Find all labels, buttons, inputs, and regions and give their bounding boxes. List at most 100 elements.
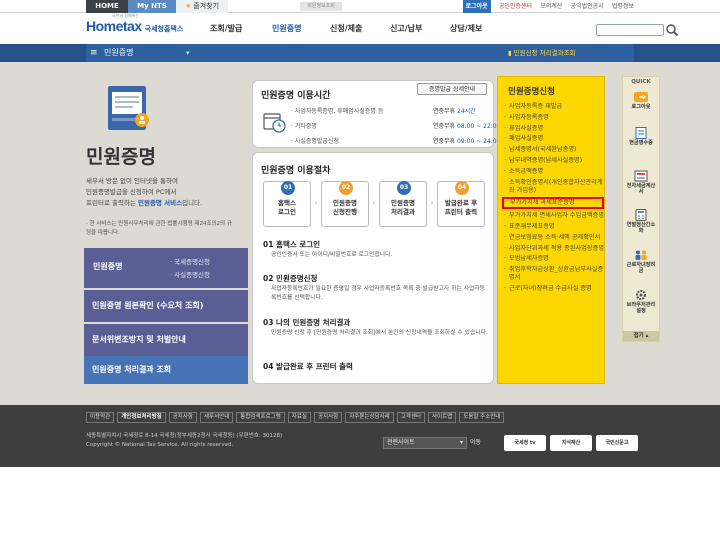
related-sites-select[interactable]: 관련사이트 ▾ (383, 437, 467, 449)
step-line-2: 로그인 (278, 208, 296, 216)
footer-link[interactable]: 세무서안내 (199, 412, 234, 423)
menu-forgery-guide[interactable]: 문서위변조방지 및 처벌안내 (84, 324, 248, 356)
user-info-link[interactable]: 회원정보조회 (300, 2, 342, 11)
result-lookup-link[interactable]: ▮ 민원신청 처리결과조회 (508, 44, 576, 62)
legal-note: · 현 서비스는 민원사무처리에 관한 법률시행령 제24조의2의 규정을 따릅… (86, 221, 232, 236)
tab-home[interactable]: HOME (86, 0, 128, 13)
cert-item[interactable]: 표준재무제표증명 (504, 223, 604, 231)
quick-browser-settings[interactable]: 브라우저관리설정 (625, 289, 657, 314)
step-line-1: 민원증명 (333, 199, 357, 207)
desc-line-3: 프린터로 출력하는 민원증명 서비스입니다. (86, 198, 236, 209)
footer-link[interactable]: 자료실 (287, 412, 311, 423)
logout-button[interactable]: 로그아웃 (462, 0, 491, 13)
cert-item[interactable]: 연금보험료등 소득·세액 공제확인서 (504, 234, 604, 242)
procedure-item-desc: 공인인증서 또는 아이디/비밀번호로 로그인합니다. (271, 252, 393, 258)
nav-counsel[interactable]: 상담/제보 (450, 14, 482, 44)
cert-item[interactable]: 사업자등록증 재발급 (504, 103, 604, 111)
chevron-down-icon[interactable]: ▾ (186, 44, 190, 62)
sub-nav-title[interactable]: 민원증명 (104, 44, 133, 62)
menu-certificate[interactable]: 민원증명 · 국세증명신청 · 사실증명신청 (84, 248, 248, 288)
procedure-item-desc: 사업자등록번호가 필요한 증명일 경우 사업자등록번호 목록 중 발급받고자 하… (271, 286, 485, 301)
copyright: Copyright © National Tax Service. All ri… (86, 442, 234, 448)
nav-lookup[interactable]: 조회/발급 (210, 14, 242, 44)
menu-original-check[interactable]: 민원증명 원본확인 (수요처 조회) (84, 290, 248, 322)
cert-item[interactable]: 납부내역증명(납세사실증명) (504, 157, 604, 165)
quick-earned-income[interactable]: 근로자녀장려금 (625, 249, 657, 274)
cert-item[interactable]: 폐업사실증명 (504, 135, 604, 143)
result-lookup-label: 민원신청 처리결과조회 (513, 49, 576, 57)
menu-icon[interactable]: ≡ (90, 48, 98, 58)
arrow-right-icon: › (314, 199, 318, 207)
nav-report[interactable]: 신고/납부 (390, 14, 422, 44)
usage-value-hl: 09:00 ~ 24:00 (457, 138, 501, 145)
usage-value-hl: 24시간 (457, 108, 476, 115)
step-number: 02 (339, 181, 353, 195)
arrow-right-icon: › (430, 199, 434, 207)
menu-national-tax-cert[interactable]: · 국세증명신청 (170, 256, 210, 266)
footer-link[interactable]: 공지사항 (168, 412, 197, 423)
usage-label: · 사실증명발급신청 (291, 138, 339, 145)
cert-item[interactable]: 납세증명서(국세완납증명) (504, 146, 604, 154)
usage-value-pre: 연중무휴 (433, 108, 457, 115)
step-card: 03 민원증명 처리결과 (379, 181, 427, 227)
step-line-2: 프린터 출력 (444, 208, 478, 216)
law-info-link[interactable]: 법령정보 (612, 0, 634, 13)
footer-link[interactable]: 자주묻는상담사례 (345, 412, 394, 423)
banner-epeople[interactable]: 국민신문고 (596, 435, 638, 451)
quick-year-end[interactable]: 연말정산간소화 (625, 209, 657, 234)
cert-item[interactable]: 모범납세자증명 (504, 255, 604, 263)
footer-link[interactable]: 사이트맵 (427, 412, 457, 423)
cert-item[interactable]: 사업자등록증명 (504, 114, 604, 122)
step-text: 발급완료 후 프린터 출력 (438, 199, 484, 217)
menu-fact-cert[interactable]: · 사실증명신청 (170, 269, 210, 279)
cert-item[interactable]: 사업자단위과세 적용 종된사업장증명 (504, 245, 604, 253)
favorites-label: 즐겨찾기 (193, 2, 220, 10)
step-number: 03 (397, 181, 411, 195)
public-corp-link[interactable]: 공익법인공시 (571, 0, 604, 13)
quick-close-button[interactable]: 접기 ▴ (623, 331, 659, 341)
calculator-icon (635, 209, 647, 221)
usage-label: · 사업자등록증명, 휴폐업사실증명 등 (291, 108, 384, 115)
menu-result-lookup[interactable]: 민원증명 처리결과 조회 (84, 356, 248, 384)
mock-calc-link[interactable]: 모의계산 (540, 0, 562, 13)
quick-e-tax-invoice[interactable]: 전자세금계산서 (625, 170, 657, 195)
quick-logout[interactable]: 로그아웃 (625, 91, 657, 110)
footer-link[interactable]: 개인정보처리방침 (117, 412, 166, 423)
usage-value-pre: 연중무휴 (433, 138, 457, 145)
footer-link[interactable]: 도움말 주소안내 (459, 412, 505, 423)
footer-link[interactable]: 고객센터 (396, 412, 425, 423)
search-input[interactable] (596, 24, 664, 36)
cert-item[interactable]: 소득확인증명서(개인종합자산관리계좌 가입용) (504, 179, 604, 195)
nav-certificate[interactable]: 민원증명 (272, 14, 301, 44)
procedure-title: 민원증명 이용절차 (261, 166, 331, 176)
footer-links: 이용약관 개인정보처리방침 공지사항 세무서안내 통합검색프로그램 자료실 공지사항 자주묻는… (86, 412, 507, 423)
detail-guide-button[interactable]: 증명발급 상세안내 (417, 83, 487, 95)
tab-favorites[interactable]: ★ 즐겨찾기 (176, 0, 228, 13)
footer-link[interactable]: 공지사항 (313, 412, 343, 423)
tab-mynts[interactable]: My NTS (128, 0, 176, 13)
quick-cash-receipt[interactable]: 현금영수증 (625, 127, 657, 146)
related-go-button[interactable]: 이동 (470, 437, 481, 449)
search-icon[interactable] (665, 23, 679, 37)
invoice-icon (634, 170, 648, 182)
banner-nts-tv[interactable]: 국세청 tv (504, 435, 546, 451)
cert-center-link[interactable]: 공인인증센터 (499, 0, 532, 13)
certificate-document-icon (108, 86, 149, 130)
nav-apply[interactable]: 신청/제출 (330, 14, 362, 44)
cert-item-highlighted[interactable]: 부가가치세 과세표준증명 (502, 197, 604, 210)
usage-time-panel: 민원증명 이용시간 증명발급 상세안내 · 사업자등록증명, 휴폐업사실증명 등… (252, 80, 500, 148)
quick-close-label: 접기 (633, 333, 644, 339)
step-number: 04 (455, 181, 469, 195)
cert-item[interactable]: 휴업사실증명 (504, 125, 604, 133)
cert-item[interactable]: 소득금액증명 (504, 168, 604, 176)
banner-ip[interactable]: 지식재산 (550, 435, 592, 451)
hometax-logo[interactable]: 국민과 함께하는 Hometax 국세청홈택스 (86, 13, 184, 40)
desc-line-2: 민원증명발급을 신청하여 PC에서 (86, 188, 177, 196)
cert-item[interactable]: 취업후학자금상환_상환금납부사실증명서 (504, 266, 604, 282)
logo-sub: 국세청홈택스 (144, 25, 184, 33)
cert-item[interactable]: 부가가치세 면세사업자 수입금액증명 (504, 212, 604, 220)
cert-item[interactable]: 근로(자녀)장려금 수급사실 증명 (504, 285, 604, 293)
footer-link[interactable]: 통합검색프로그램 (236, 412, 285, 423)
desc-post: 입니다. (182, 199, 203, 207)
footer-link[interactable]: 이용약관 (86, 412, 115, 423)
